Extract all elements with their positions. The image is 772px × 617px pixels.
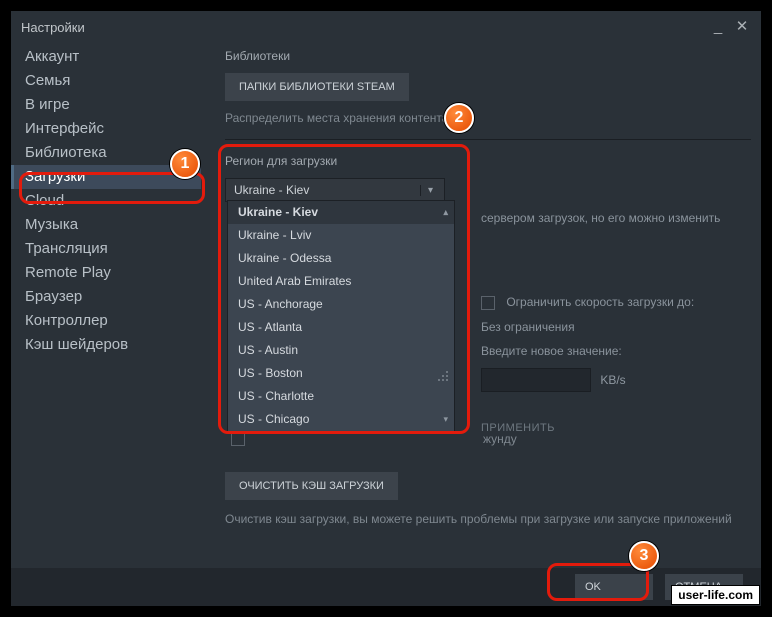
region-title: Регион для загрузки xyxy=(225,154,751,168)
ok-button[interactable]: OK xyxy=(575,574,653,600)
sidebar-item-shadercache[interactable]: Кэш шейдеров xyxy=(11,333,201,357)
dropdown-item[interactable]: United Arab Emirates xyxy=(228,270,454,293)
region-hint: сервером загрузок, но его можно изменить xyxy=(481,211,761,225)
watermark: user-life.com xyxy=(671,585,760,605)
region-selected-value: Ukraine - Kiev xyxy=(234,183,309,197)
divider xyxy=(225,139,751,140)
dropdown-item[interactable]: Ukraine - Lviv xyxy=(228,224,454,247)
scroll-up-icon: ▴ xyxy=(443,201,448,224)
libraries-subtext: Распределить места хранения контента xyxy=(225,111,751,125)
window-title: Настройки xyxy=(21,20,85,35)
dropdown-item[interactable]: US - Chicago▾ xyxy=(228,408,454,431)
apply-button[interactable]: ПРИМЕНИТЬ xyxy=(481,418,555,438)
dropdown-item[interactable]: US - Atlanta xyxy=(228,316,454,339)
scroll-down-icon: ▾ xyxy=(443,408,448,431)
no-limit-text: Без ограничения xyxy=(481,320,761,334)
library-folders-button[interactable]: ПАПКИ БИБЛИОТЕКИ STEAM xyxy=(225,73,409,101)
resize-grip-icon xyxy=(438,371,450,383)
dropdown-item[interactable]: US - Charlotte xyxy=(228,385,454,408)
sidebar-item-music[interactable]: Музыка xyxy=(11,213,201,237)
region-dropdown[interactable]: Ukraine - Kiev▴ Ukraine - Lviv Ukraine -… xyxy=(227,200,455,432)
sidebar-item-ingame[interactable]: В игре xyxy=(11,93,201,117)
sidebar: Аккаунт Семья В игре Интерфейс Библиотек… xyxy=(11,43,201,568)
annotation-marker-1: 1 xyxy=(170,149,200,179)
libraries-title: Библиотеки xyxy=(225,49,751,63)
sidebar-item-cloud[interactable]: Cloud xyxy=(11,189,201,213)
sidebar-item-broadcast[interactable]: Трансляция xyxy=(11,237,201,261)
sidebar-item-remoteplay[interactable]: Remote Play xyxy=(11,261,201,285)
titlebar: Настройки _ ✕ xyxy=(11,11,761,43)
limit-checkbox[interactable] xyxy=(481,296,495,310)
close-button[interactable]: ✕ xyxy=(733,18,751,36)
clear-cache-text: Очистив кэш загрузки, вы можете решить п… xyxy=(225,512,751,526)
chevron-down-icon: ▾ xyxy=(420,185,436,196)
sidebar-item-controller[interactable]: Контроллер xyxy=(11,309,201,333)
annotation-marker-3: 3 xyxy=(629,541,659,571)
speed-input[interactable] xyxy=(481,368,591,392)
speed-unit: KB/s xyxy=(600,373,625,387)
right-column: сервером загрузок, но его можно изменить… xyxy=(481,211,761,438)
limit-label: Ограничить скорость загрузки до: xyxy=(506,295,694,309)
clear-cache-button[interactable]: ОЧИСТИТЬ КЭШ ЗАГРУЗКИ xyxy=(225,472,398,500)
dropdown-item[interactable]: US - Anchorage xyxy=(228,293,454,316)
region-select[interactable]: Ukraine - Kiev ▾ xyxy=(225,178,445,202)
dropdown-item[interactable]: US - Boston xyxy=(228,362,454,385)
truncated-checkbox[interactable] xyxy=(231,432,245,446)
dropdown-item[interactable]: US - Austin xyxy=(228,339,454,362)
enter-new-label: Введите новое значение: xyxy=(481,344,761,358)
dropdown-item[interactable]: Ukraine - Odessa xyxy=(228,247,454,270)
sidebar-item-family[interactable]: Семья xyxy=(11,69,201,93)
annotation-marker-2: 2 xyxy=(444,103,474,133)
footer: OK ОТМЕНА xyxy=(11,568,761,606)
dropdown-item[interactable]: Ukraine - Kiev▴ xyxy=(228,201,454,224)
sidebar-item-account[interactable]: Аккаунт xyxy=(11,45,201,69)
sidebar-item-interface[interactable]: Интерфейс xyxy=(11,117,201,141)
sidebar-item-browser[interactable]: Браузер xyxy=(11,285,201,309)
minimize-button[interactable]: _ xyxy=(709,18,727,36)
